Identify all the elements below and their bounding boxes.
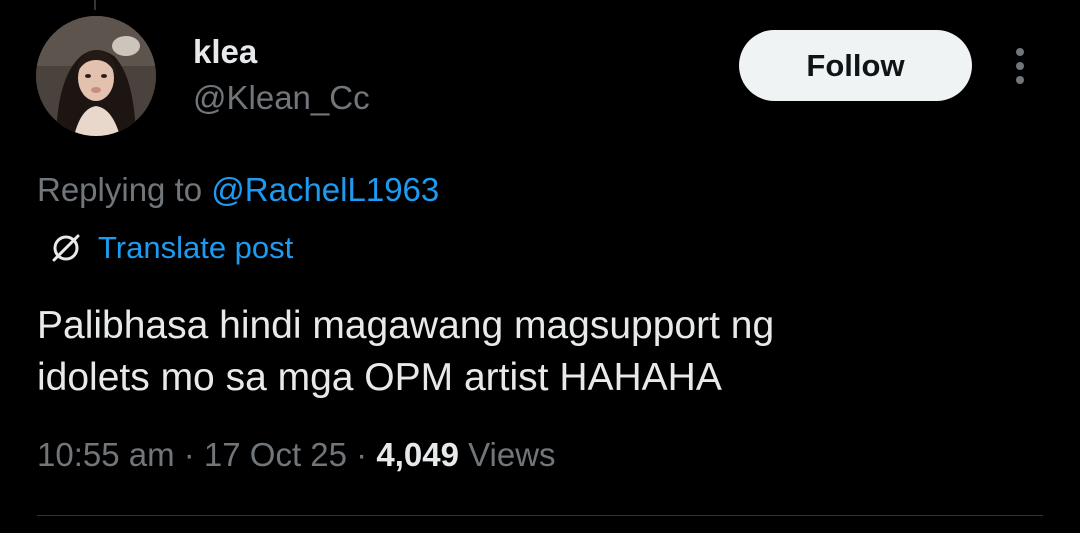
globe-icon — [52, 234, 80, 262]
avatar[interactable] — [36, 16, 156, 136]
more-vertical-icon-dot — [1016, 76, 1024, 84]
author-display-name[interactable]: klea — [193, 32, 257, 72]
more-vertical-icon — [1016, 48, 1024, 56]
profile-photo-icon — [36, 16, 156, 136]
post-text-line: idolets mo sa mga OPM artist HAHAHA — [37, 356, 722, 399]
more-options-button[interactable] — [1004, 44, 1036, 88]
meta-separator: · — [347, 436, 377, 473]
translate-post-button[interactable]: Translate post — [48, 228, 293, 268]
more-vertical-icon-dot — [1016, 62, 1024, 70]
post-date[interactable]: 17 Oct 25 — [204, 436, 347, 473]
thread-connector-line — [94, 0, 96, 10]
views-label[interactable]: Views — [459, 436, 555, 473]
meta-separator: · — [174, 436, 204, 473]
post-meta: 10:55 am · 17 Oct 25 · 4,049 Views — [37, 434, 556, 476]
views-count[interactable]: 4,049 — [376, 436, 459, 473]
replying-to: Replying to @RachelL1963 — [37, 170, 439, 210]
translate-post-label: Translate post — [98, 230, 294, 265]
post-time[interactable]: 10:55 am — [37, 436, 175, 473]
follow-button[interactable]: Follow — [739, 30, 972, 101]
reply-mention-link[interactable]: @RachelL1963 — [211, 171, 439, 208]
replying-to-prefix: Replying to — [37, 171, 212, 208]
divider — [37, 515, 1043, 516]
author-handle[interactable]: @Klean_Cc — [193, 78, 370, 118]
post-text-line: Palibhasa hindi magawang magsupport ng — [37, 304, 775, 347]
post-text: Palibhasa hindi magawang magsupport ng i… — [37, 300, 1037, 404]
